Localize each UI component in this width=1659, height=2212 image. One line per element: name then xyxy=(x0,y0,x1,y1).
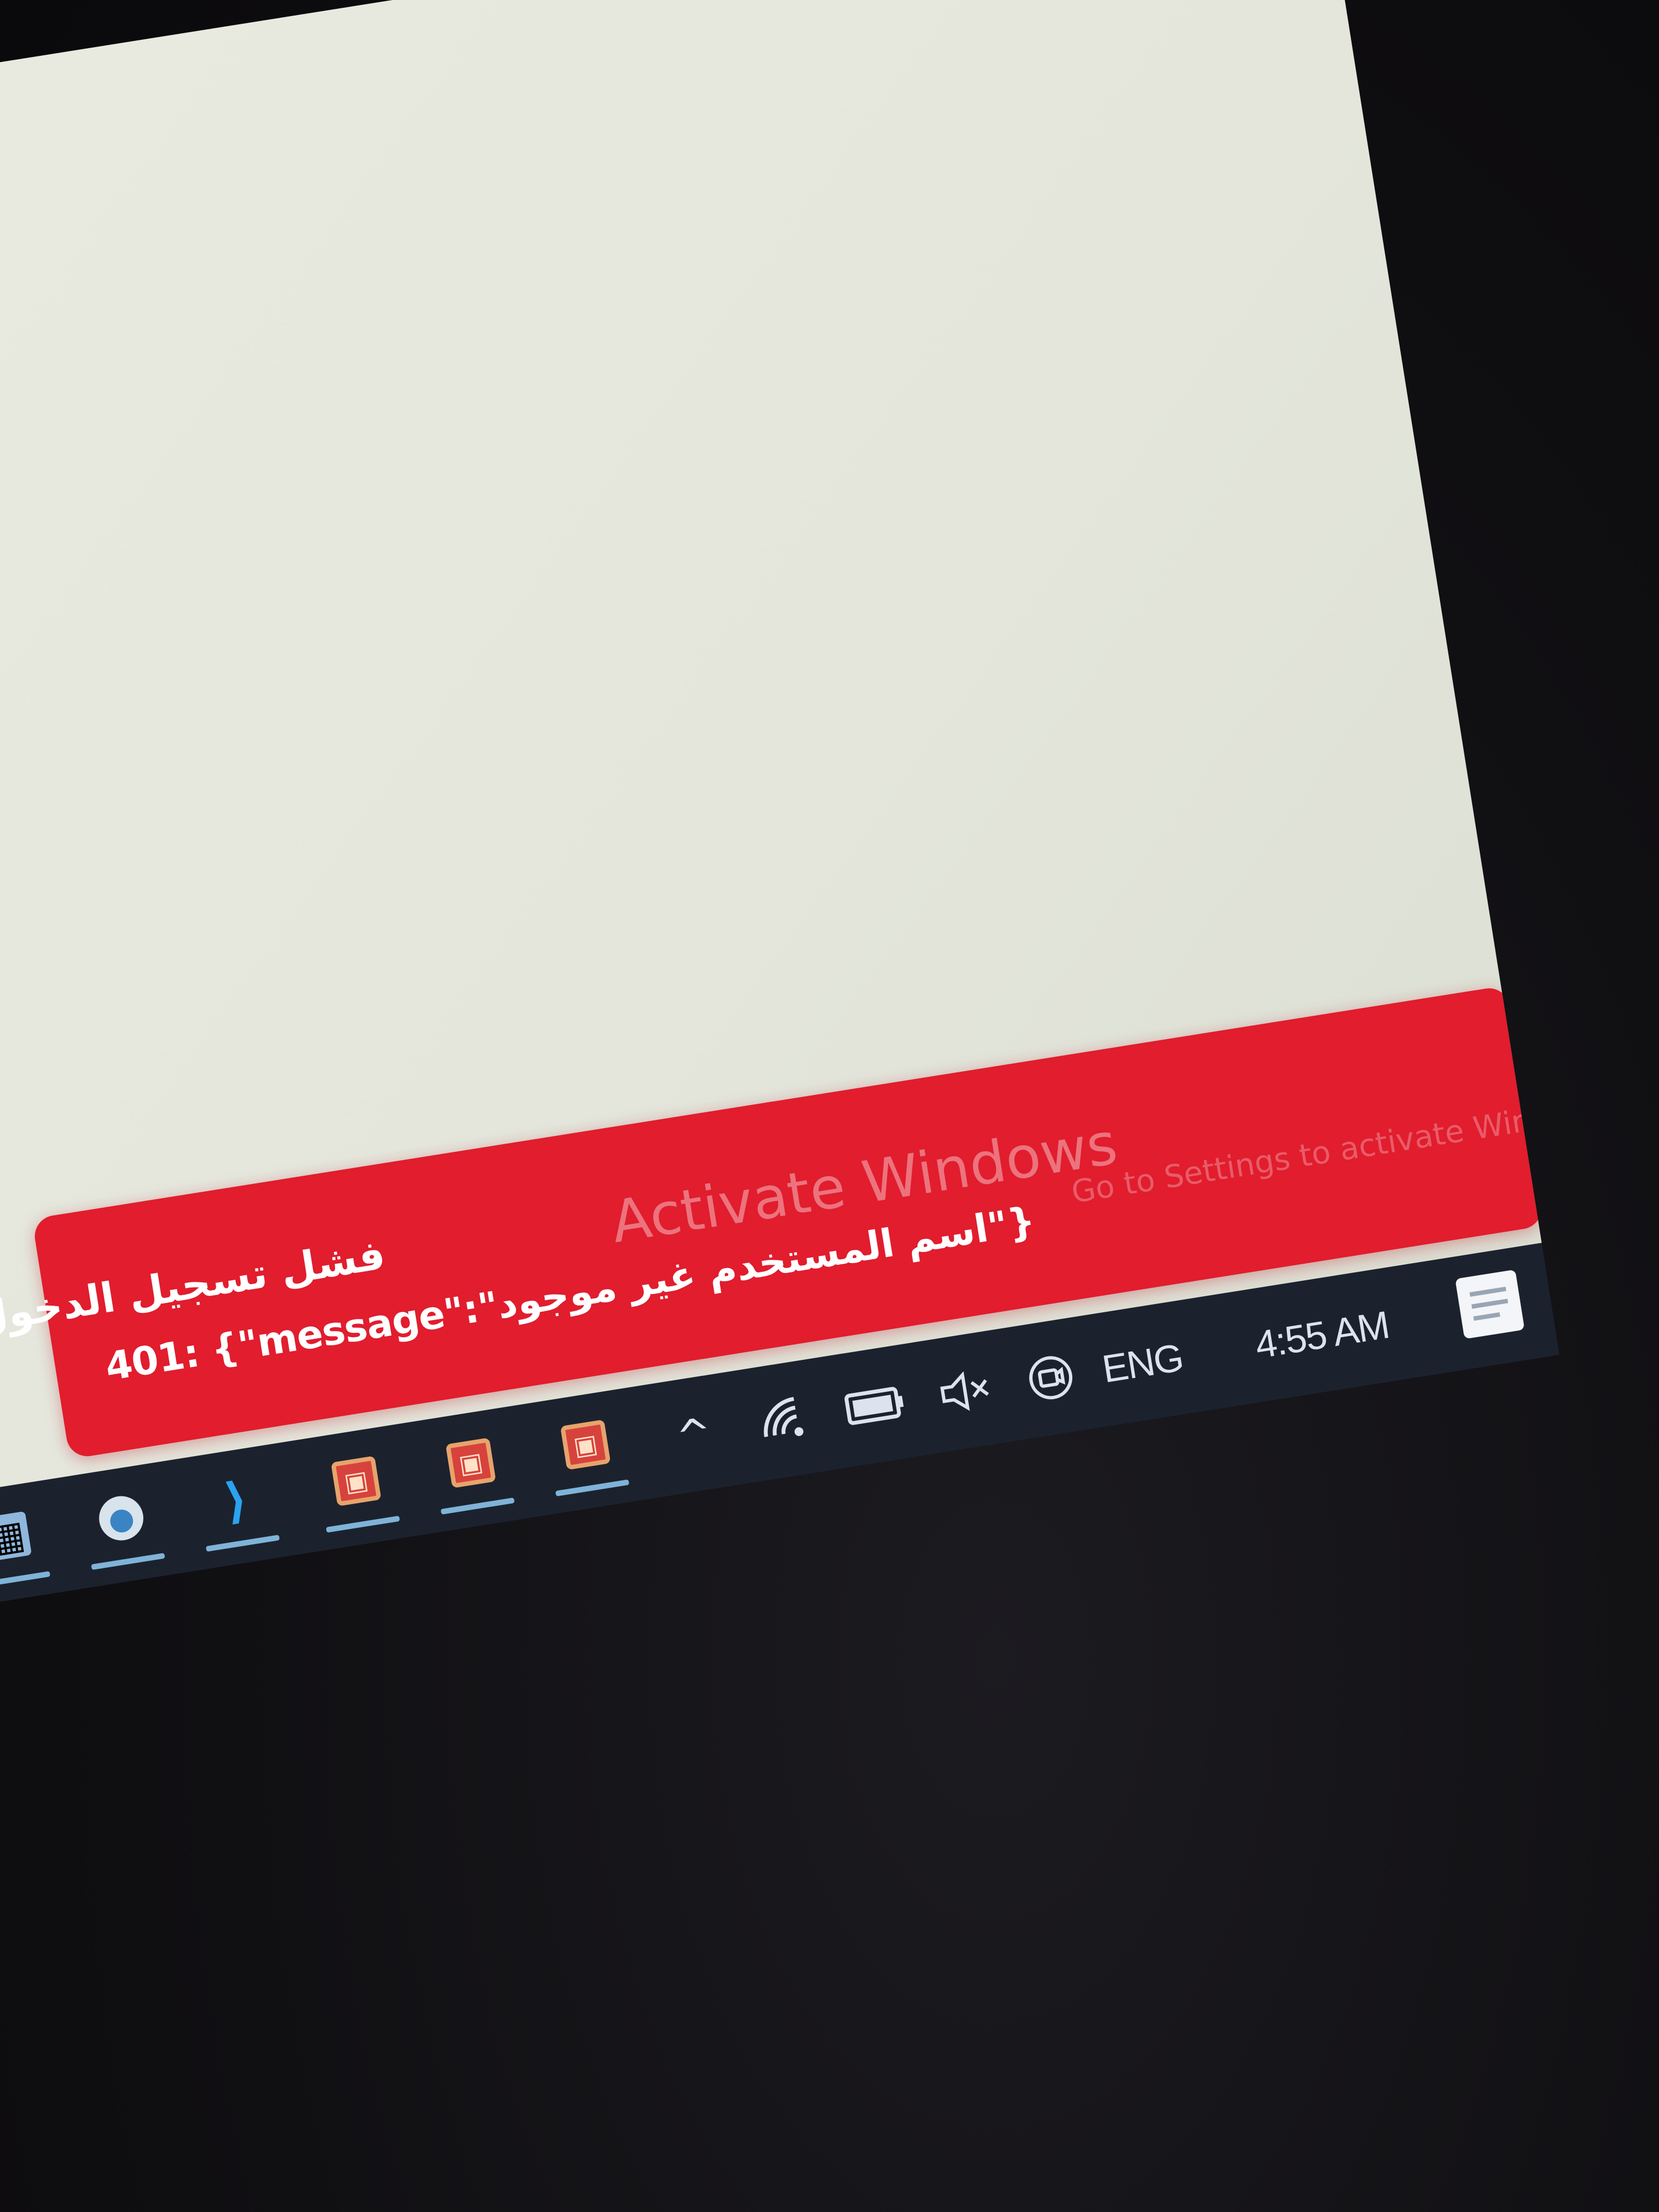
chevron-up-icon[interactable]: ^ xyxy=(672,1404,716,1464)
desktop-area: Activate Windows Go to Settings to activ… xyxy=(0,0,1559,1504)
running-indicator xyxy=(91,1553,165,1570)
taskbar-clock[interactable]: 4:55 AM xyxy=(1251,1297,1392,1373)
notification-line xyxy=(1471,1298,1509,1309)
red-app-icon: ▣ xyxy=(331,1455,382,1506)
red-app-icon: ▣ xyxy=(560,1419,611,1470)
notification-line xyxy=(1469,1286,1506,1297)
notification-center-icon[interactable] xyxy=(1455,1269,1525,1339)
taskbar-app-red-3[interactable]: ▣ xyxy=(539,1406,634,1501)
taskbar-app-file-explorer[interactable]: ▦ xyxy=(0,1497,55,1592)
volume-muted-icon[interactable] xyxy=(935,1359,998,1422)
running-indicator xyxy=(0,1571,51,1588)
notification-line xyxy=(1473,1312,1500,1321)
taskbar-app-red-2[interactable]: ▣ xyxy=(425,1423,520,1519)
activate-windows-hint: Go to Settings to activate Windows. xyxy=(1069,1088,1560,1211)
chat-app-icon: ● xyxy=(96,1493,147,1544)
taskbar-app-chat[interactable]: ● xyxy=(75,1479,170,1574)
red-app-icon: ▣ xyxy=(445,1437,497,1489)
wifi-icon[interactable] xyxy=(754,1389,812,1452)
vscode-icon: ⟩ xyxy=(220,1470,252,1530)
monitor-screen: Activate Windows Go to Settings to activ… xyxy=(0,0,1560,1616)
running-indicator xyxy=(326,1515,400,1533)
battery-icon[interactable] xyxy=(842,1373,910,1437)
input-language-indicator[interactable]: ENG xyxy=(1098,1329,1187,1397)
photo-frame: Activate Windows Go to Settings to activ… xyxy=(0,0,1659,2212)
file-explorer-icon: ▦ xyxy=(0,1511,32,1562)
taskbar-app-vscode[interactable]: ⟩ xyxy=(190,1461,285,1556)
running-indicator xyxy=(555,1479,630,1496)
running-indicator xyxy=(440,1497,515,1515)
running-indicator xyxy=(206,1535,280,1552)
meet-now-icon[interactable] xyxy=(1022,1347,1080,1409)
taskbar-app-red-1[interactable]: ▣ xyxy=(310,1442,405,1537)
